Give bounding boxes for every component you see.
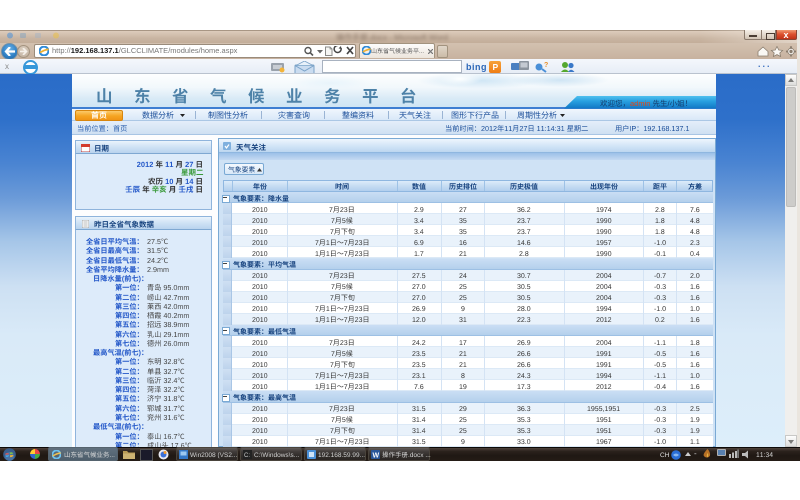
- svg-text:W: W: [373, 453, 380, 460]
- svg-text:?: ?: [544, 62, 548, 69]
- svg-text:C:: C:: [244, 453, 250, 459]
